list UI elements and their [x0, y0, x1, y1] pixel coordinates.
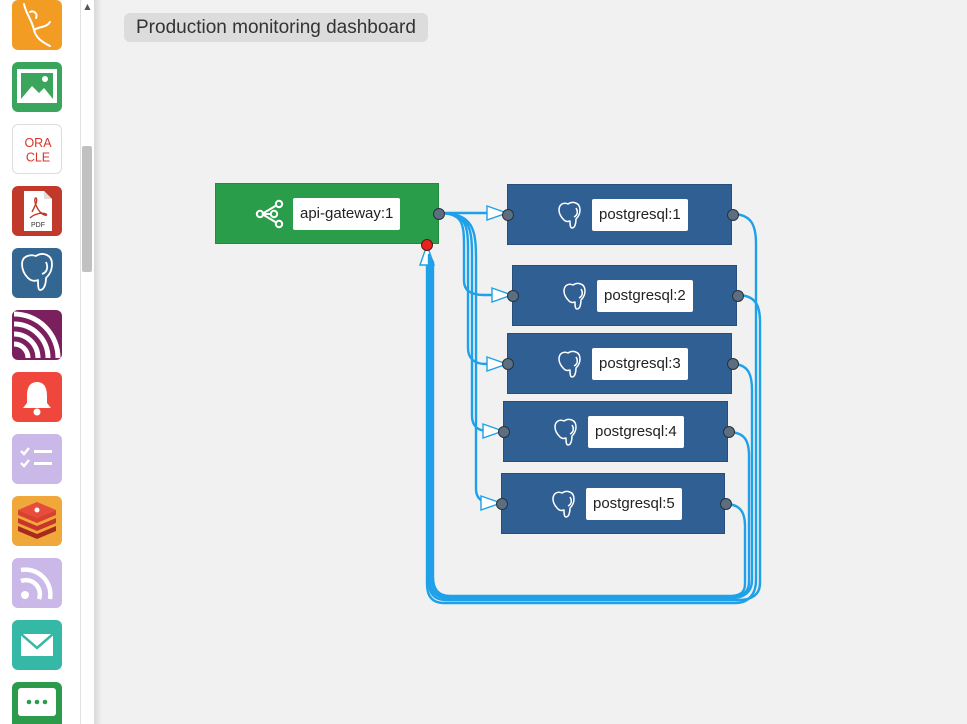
input-port[interactable]	[502, 358, 514, 370]
input-port[interactable]	[507, 290, 519, 302]
node-label: postgresql:2	[597, 280, 693, 312]
postgresql-elephant-icon	[563, 282, 586, 310]
edge-gateway-to-postgresql-4	[437, 211, 505, 431]
output-port[interactable]	[727, 209, 739, 221]
flow-edges	[0, 0, 762, 605]
node-postgresql-5[interactable]: postgresql:5	[496, 473, 732, 534]
node-postgresql-4[interactable]: postgresql:4	[498, 401, 735, 462]
node-postgresql-1[interactable]: postgresql:1	[502, 184, 739, 245]
node-label: api-gateway:1	[293, 198, 401, 230]
output-port[interactable]	[433, 208, 445, 220]
output-port[interactable]	[720, 498, 732, 510]
output-port[interactable]	[732, 290, 744, 302]
input-port[interactable]	[496, 498, 508, 510]
postgresql-elephant-icon	[558, 350, 581, 378]
node-label: postgresql:1	[592, 199, 688, 231]
input-port[interactable]	[498, 426, 510, 438]
node-label: postgresql:4	[588, 416, 684, 448]
node-postgresql-3[interactable]: postgresql:3	[502, 333, 739, 394]
error-port[interactable]	[421, 239, 433, 251]
postgresql-elephant-icon	[552, 490, 575, 518]
postgresql-elephant-icon	[554, 418, 577, 446]
output-port[interactable]	[727, 358, 739, 370]
node-label: postgresql:3	[592, 348, 688, 380]
node-api-gateway-1[interactable]: api-gateway:1	[215, 183, 445, 251]
node-postgresql-2[interactable]: postgresql:2	[507, 265, 744, 326]
postgresql-elephant-icon	[558, 201, 581, 229]
output-port[interactable]	[723, 426, 735, 438]
share-icon	[255, 199, 284, 229]
input-port[interactable]	[502, 209, 514, 221]
node-label: postgresql:5	[586, 488, 682, 520]
